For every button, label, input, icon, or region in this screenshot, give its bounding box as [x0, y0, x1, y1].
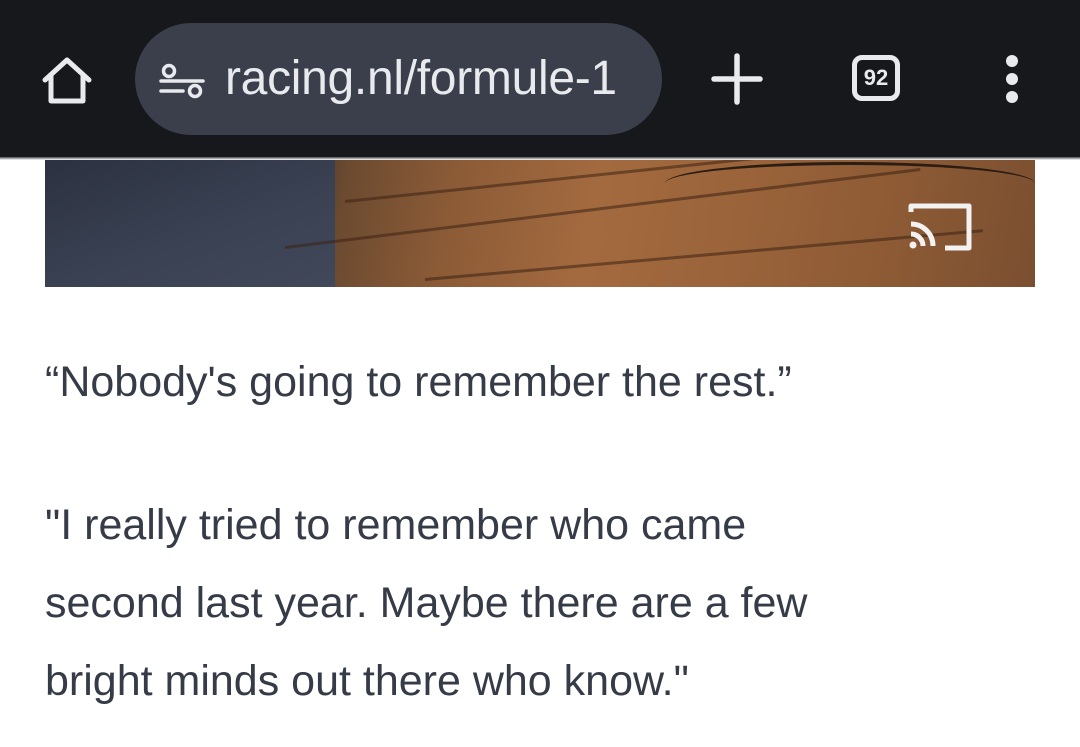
site-info-icon[interactable]: [159, 63, 205, 99]
address-bar[interactable]: racing.nl/formule-1: [135, 23, 662, 135]
tab-switcher-button[interactable]: 92: [852, 55, 900, 101]
home-icon: [42, 57, 92, 104]
cast-icon[interactable]: [905, 198, 975, 254]
paragraph-line: "I really tried to remember who came: [45, 501, 747, 549]
image-shadow-region: [45, 160, 335, 287]
home-button[interactable]: [34, 52, 100, 108]
article-quote: “Nobody's going to remember the rest.”: [45, 358, 792, 406]
image-cable: [665, 162, 1035, 205]
article-paragraph: "I really tried to remember who came sec…: [45, 486, 1045, 720]
browser-toolbar: racing.nl/formule-1 92: [0, 0, 1080, 157]
plus-icon[interactable]: [708, 50, 766, 108]
wood-grain: [424, 229, 983, 281]
more-vert-icon[interactable]: [990, 54, 1034, 104]
paragraph-line: second last year. Maybe there are a few: [45, 579, 808, 627]
article-hero-image[interactable]: [45, 160, 1035, 287]
url-text[interactable]: racing.nl/formule-1: [225, 51, 617, 107]
wood-grain: [284, 168, 921, 249]
tab-count-label: 92: [863, 65, 889, 90]
paragraph-line: bright minds out there who know.": [45, 657, 689, 705]
